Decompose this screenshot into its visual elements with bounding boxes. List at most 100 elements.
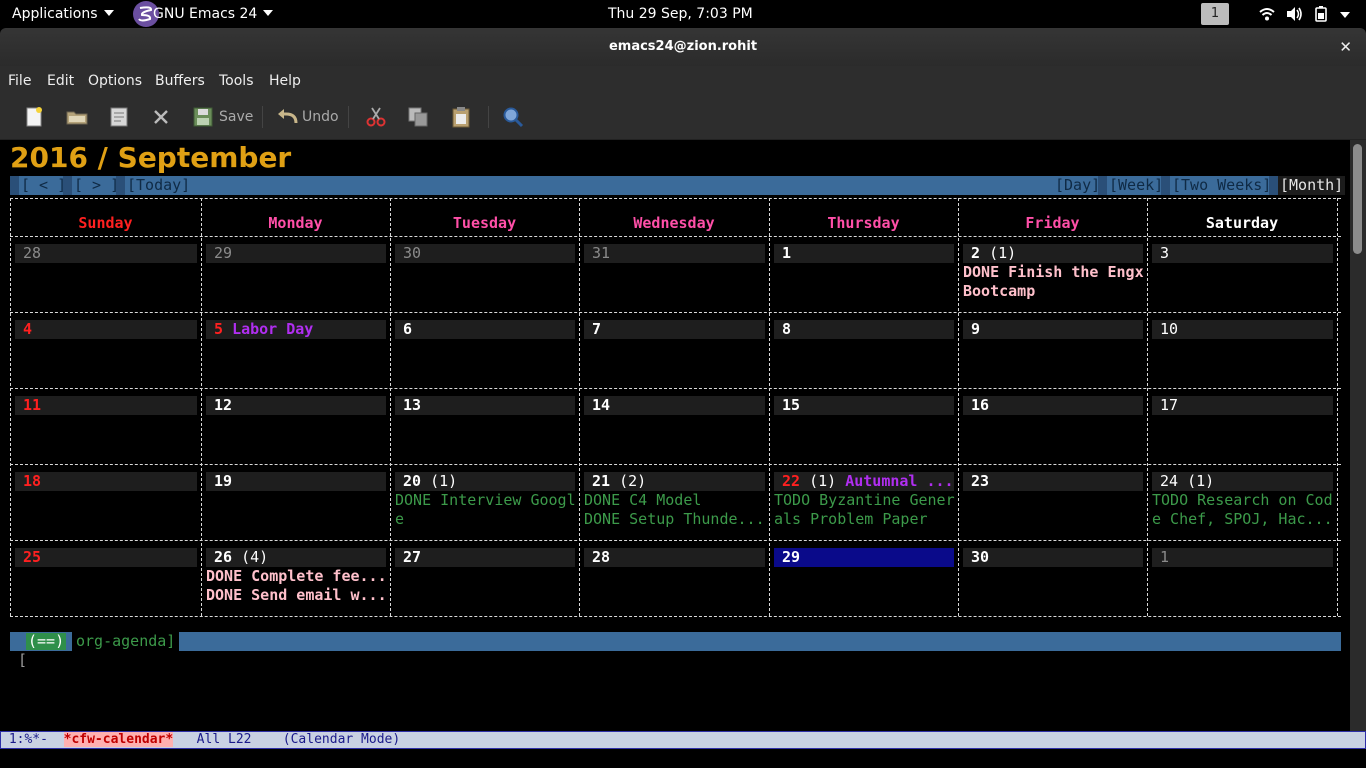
modeline-buffer-name[interactable]: *cfw-calendar*: [63, 732, 174, 747]
menu-bar: File Edit Options Buffers Tools Help: [0, 66, 1366, 96]
grid-rule: [10, 236, 1341, 237]
day-cell-header[interactable]: 29: [774, 548, 954, 567]
day-cell-header[interactable]: 28: [584, 548, 765, 567]
clock[interactable]: Thu 29 Sep, 7:03 PM: [608, 0, 753, 28]
day-number: 5: [214, 320, 224, 338]
day-cell-header[interactable]: 29: [206, 244, 386, 263]
day-cell-header[interactable]: 26 (4): [206, 548, 386, 567]
save-button[interactable]: Save: [191, 104, 253, 130]
day-cell-header[interactable]: 30: [963, 548, 1143, 567]
prev-month-button[interactable]: [ < ]: [19, 176, 69, 195]
menu-edit[interactable]: Edit: [47, 66, 74, 96]
calendar-event[interactable]: DONE Finish the Engx: [961, 263, 1146, 282]
modeline-mode[interactable]: (Calendar Mode): [283, 732, 400, 747]
day-cell-header[interactable]: 6: [395, 320, 575, 339]
day-cell-header[interactable]: 21 (2): [584, 472, 765, 491]
calendar-event[interactable]: DONE Interview Googl: [393, 491, 578, 510]
cut-button[interactable]: [364, 104, 388, 130]
new-file-button[interactable]: [22, 104, 46, 130]
menu-file[interactable]: File: [8, 66, 31, 96]
day-cell-header[interactable]: 5 Labor Day: [206, 320, 386, 339]
calendar-buffer[interactable]: 2016 / September [ < ] [ > ] [Today] [Da…: [0, 140, 1350, 731]
day-cell-header[interactable]: 17: [1152, 396, 1333, 415]
event-count: (4): [241, 548, 269, 566]
kill-buffer-button[interactable]: [149, 104, 173, 130]
agenda-source-label[interactable]: org-agenda]: [72, 632, 180, 651]
dired-button[interactable]: [107, 104, 131, 130]
workspace-indicator[interactable]: 1: [1201, 3, 1229, 25]
next-month-button[interactable]: [ > ]: [72, 176, 122, 195]
day-cell-header[interactable]: 2 (1): [963, 244, 1143, 263]
active-app-menu[interactable]: GNU Emacs 24: [153, 0, 274, 28]
day-cell-header[interactable]: 27: [395, 548, 575, 567]
day-cell-header[interactable]: 15: [774, 396, 954, 415]
close-icon[interactable]: ✕: [1339, 28, 1352, 66]
day-cell-header[interactable]: 31: [584, 244, 765, 263]
system-menu-chevron-icon[interactable]: [1340, 12, 1350, 18]
search-button[interactable]: [501, 104, 525, 130]
calendar-event[interactable]: TODO Byzantine Gener: [772, 491, 957, 510]
day-cell-header[interactable]: 7: [584, 320, 765, 339]
day-cell-header[interactable]: 28: [15, 244, 197, 263]
agenda-source-toggle[interactable]: (==): [26, 633, 67, 650]
day-cell-header[interactable]: 24 (1): [1152, 472, 1333, 491]
volume-icon[interactable]: [1285, 5, 1303, 23]
wifi-icon[interactable]: [1258, 5, 1276, 23]
paste-button[interactable]: [449, 104, 473, 130]
day-number: 31: [592, 244, 611, 262]
day-cell-header[interactable]: 18: [15, 472, 197, 491]
day-view-button[interactable]: [Day]: [1053, 176, 1103, 195]
menu-buffers[interactable]: Buffers: [155, 66, 205, 96]
undo-button[interactable]: Undo: [276, 104, 339, 130]
weekday-header-friday: Friday: [1025, 214, 1080, 232]
calendar-event[interactable]: DONE Send email w...: [204, 586, 389, 605]
calendar-event[interactable]: als Problem Paper: [772, 510, 957, 529]
week-view-button[interactable]: [Week]: [1107, 176, 1166, 195]
day-cell-header[interactable]: 20 (1): [395, 472, 575, 491]
day-cell-header[interactable]: 9: [963, 320, 1143, 339]
day-cell-header[interactable]: 25: [15, 548, 197, 567]
calendar-event[interactable]: DONE Complete fee...: [204, 567, 389, 586]
day-number: 20: [403, 472, 422, 490]
day-cell-header[interactable]: 22 (1) Autumnal ...: [774, 472, 954, 491]
two-weeks-view-button[interactable]: [Two Weeks]: [1170, 176, 1274, 195]
day-cell-header[interactable]: 1: [1152, 548, 1333, 567]
day-cell-header[interactable]: 3: [1152, 244, 1333, 263]
scrollbar-thumb[interactable]: [1353, 144, 1362, 254]
minibuffer[interactable]: [0, 749, 1366, 768]
menu-options[interactable]: Options: [88, 66, 142, 96]
day-cell-header[interactable]: 14: [584, 396, 765, 415]
calendar-event[interactable]: Bootcamp: [961, 282, 1146, 301]
day-cell-header[interactable]: 13: [395, 396, 575, 415]
day-cell-header[interactable]: 8: [774, 320, 954, 339]
open-folder-button[interactable]: [65, 104, 89, 130]
calendar-event[interactable]: TODO Research on Cod: [1150, 491, 1336, 510]
menu-help[interactable]: Help: [269, 66, 301, 96]
day-cell-header[interactable]: 4: [15, 320, 197, 339]
calendar-event[interactable]: DONE Setup Thunde...: [582, 510, 768, 529]
applications-menu[interactable]: Applications: [12, 0, 114, 28]
day-cell-header[interactable]: 11: [15, 396, 197, 415]
vertical-scrollbar[interactable]: [1350, 140, 1366, 731]
calendar-event[interactable]: DONE C4 Model: [582, 491, 768, 510]
day-cell-header[interactable]: 1: [774, 244, 954, 263]
day-cell-header[interactable]: 23: [963, 472, 1143, 491]
today-button[interactable]: [Today]: [125, 176, 193, 195]
copy-icon: [408, 107, 428, 127]
window-titlebar[interactable]: emacs24@zion.rohit ✕: [0, 28, 1366, 66]
mode-line: 1:%*- *cfw-calendar* All L22 (Calendar M…: [0, 731, 1366, 749]
copy-button[interactable]: [406, 104, 430, 130]
day-cell-header[interactable]: 16: [963, 396, 1143, 415]
day-cell-header[interactable]: 10: [1152, 320, 1333, 339]
day-cell-header[interactable]: 30: [395, 244, 575, 263]
menu-tools[interactable]: Tools: [219, 66, 254, 96]
day-cell-header[interactable]: 12: [206, 396, 386, 415]
battery-icon[interactable]: [1313, 5, 1331, 23]
calendar-event[interactable]: e: [393, 510, 578, 529]
applications-label: Applications: [12, 6, 98, 22]
day-cell-header[interactable]: 19: [206, 472, 386, 491]
month-view-button[interactable]: [Month]: [1278, 176, 1346, 195]
agenda-bar: [ (==) org-agenda]: [10, 632, 1341, 669]
calendar-event[interactable]: e Chef, SPOJ, Hac...: [1150, 510, 1336, 529]
grid-column-rule: [1147, 198, 1148, 616]
